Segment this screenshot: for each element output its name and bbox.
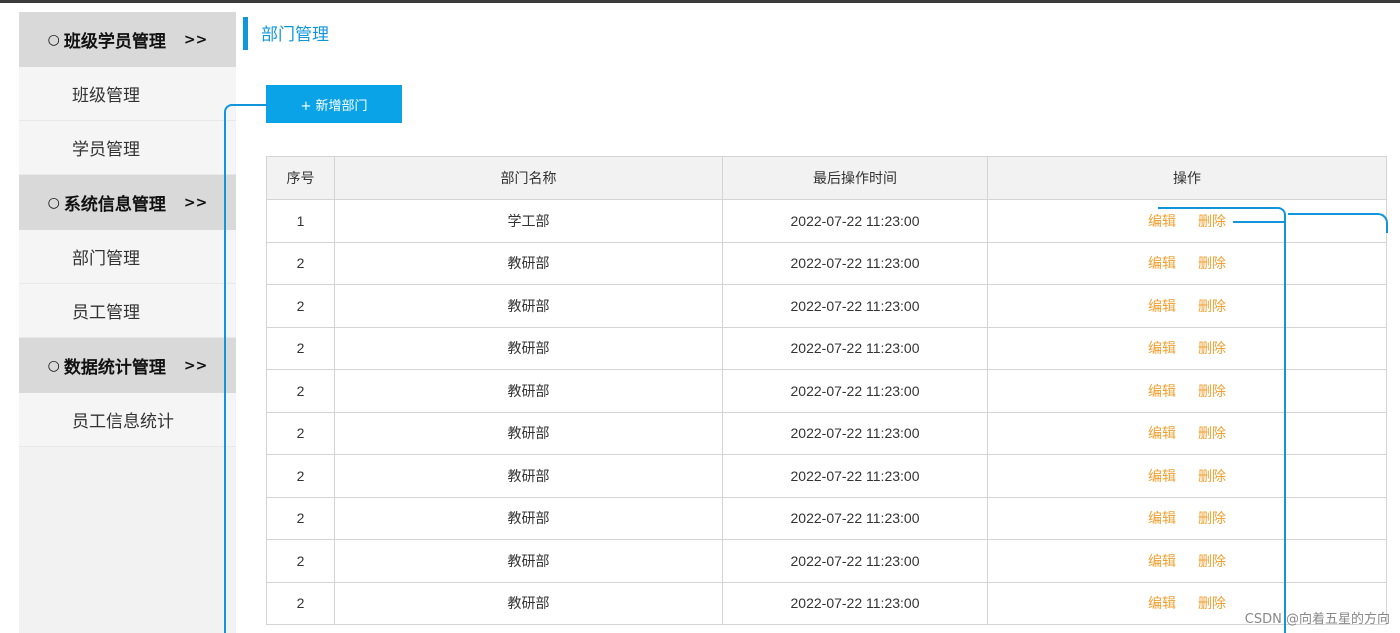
cell-last-modified: 2022-07-22 11:23:00 — [722, 199, 988, 243]
table-row: 2 教研部 2022-07-22 11:23:00 编辑 删除 — [266, 581, 1387, 625]
cell-last-modified: 2022-07-22 11:23:00 — [722, 284, 988, 328]
cell-last-modified: 2022-07-22 11:23:00 — [722, 369, 988, 413]
delete-link[interactable]: 删除 — [1198, 466, 1226, 486]
edit-link[interactable]: 编辑 — [1148, 466, 1176, 486]
cell-actions: 编辑 删除 — [987, 241, 1387, 285]
cell-department-name: 教研部 — [334, 539, 723, 583]
delete-link[interactable]: 删除 — [1198, 296, 1226, 316]
cell-last-modified: 2022-07-22 11:23:00 — [722, 581, 988, 625]
delete-link[interactable]: 删除 — [1198, 338, 1226, 358]
cell-department-name: 教研部 — [334, 411, 723, 455]
expand-arrows-icon: >> — [183, 357, 208, 374]
column-header-index: 序号 — [266, 156, 335, 200]
column-header-time: 最后操作时间 — [722, 156, 988, 200]
table-row: 2 教研部 2022-07-22 11:23:00 编辑 删除 — [266, 369, 1387, 413]
expand-arrows-icon: >> — [183, 194, 208, 211]
cell-department-name: 教研部 — [334, 369, 723, 413]
cell-actions: 编辑 删除 — [987, 496, 1387, 540]
cell-actions: 编辑 删除 — [987, 454, 1387, 498]
annotation-line — [1288, 213, 1388, 233]
annotation-line — [1233, 221, 1285, 223]
add-department-button[interactable]: + 新增部门 — [266, 85, 402, 123]
table-row: 2 教研部 2022-07-22 11:23:00 编辑 删除 — [266, 284, 1387, 328]
sidebar-item-employee-statistics[interactable]: 员工信息统计 — [19, 393, 236, 447]
cell-department-name: 教研部 — [334, 496, 723, 540]
cell-index: 2 — [266, 496, 335, 540]
delete-link[interactable]: 删除 — [1198, 551, 1226, 571]
menu-group-data-statistics[interactable]: ○ 数据统计管理 >> — [19, 338, 236, 393]
cell-last-modified: 2022-07-22 11:23:00 — [722, 454, 988, 498]
cell-department-name: 学工部 — [334, 199, 723, 243]
column-header-name: 部门名称 — [334, 156, 723, 200]
cell-actions: 编辑 删除 — [987, 284, 1387, 328]
cell-department-name: 教研部 — [334, 241, 723, 285]
sidebar-item-class-management[interactable]: 班级管理 — [19, 67, 236, 121]
delete-link[interactable]: 删除 — [1198, 253, 1226, 273]
cell-last-modified: 2022-07-22 11:23:00 — [722, 241, 988, 285]
circle-icon: ○ — [47, 357, 60, 374]
annotation-line — [224, 104, 267, 633]
cell-actions: 编辑 删除 — [987, 369, 1387, 413]
top-bar — [0, 0, 1400, 3]
sidebar: ○ 班级学员管理 >> 班级管理 学员管理 ○ 系统信息管理 >> 部门管理 员… — [19, 12, 236, 633]
delete-link[interactable]: 删除 — [1198, 381, 1226, 401]
cell-department-name: 教研部 — [334, 581, 723, 625]
cell-index: 2 — [266, 539, 335, 583]
cell-index: 2 — [266, 284, 335, 328]
cell-department-name: 教研部 — [334, 284, 723, 328]
cell-index: 2 — [266, 369, 335, 413]
menu-group-system-info[interactable]: ○ 系统信息管理 >> — [19, 175, 236, 230]
delete-link[interactable]: 删除 — [1198, 593, 1226, 613]
edit-link[interactable]: 编辑 — [1148, 508, 1176, 528]
cell-index: 2 — [266, 454, 335, 498]
cell-index: 2 — [266, 581, 335, 625]
cell-department-name: 教研部 — [334, 326, 723, 370]
edit-link[interactable]: 编辑 — [1148, 253, 1176, 273]
cell-last-modified: 2022-07-22 11:23:00 — [722, 496, 988, 540]
annotation-line — [1158, 207, 1286, 219]
delete-link[interactable]: 删除 — [1198, 508, 1226, 528]
edit-link[interactable]: 编辑 — [1148, 593, 1176, 613]
cell-actions: 编辑 删除 — [987, 539, 1387, 583]
table-row: 2 教研部 2022-07-22 11:23:00 编辑 删除 — [266, 454, 1387, 498]
department-table: 序号 部门名称 最后操作时间 操作 1 学工部 2022-07-22 11:23:0… — [266, 156, 1387, 625]
table-row: 2 教研部 2022-07-22 11:23:00 编辑 删除 — [266, 411, 1387, 455]
menu-group-label: 班级学员管理 — [63, 32, 166, 52]
sidebar-item-employee-management[interactable]: 员工管理 — [19, 284, 236, 338]
table-row: 1 学工部 2022-07-22 11:23:00 编辑 删除 — [266, 199, 1387, 243]
delete-link[interactable]: 删除 — [1198, 423, 1226, 443]
table-row: 2 教研部 2022-07-22 11:23:00 编辑 删除 — [266, 496, 1387, 540]
cell-index: 2 — [266, 326, 335, 370]
sidebar-item-department-management[interactable]: 部门管理 — [19, 230, 236, 284]
table-header-row: 序号 部门名称 最后操作时间 操作 — [266, 156, 1387, 200]
cell-actions: 编辑 删除 — [987, 326, 1387, 370]
table-row: 2 教研部 2022-07-22 11:23:00 编辑 删除 — [266, 539, 1387, 583]
menu-group-label: 系统信息管理 — [63, 195, 166, 215]
cell-index: 1 — [266, 199, 335, 243]
cell-last-modified: 2022-07-22 11:23:00 — [722, 326, 988, 370]
cell-index: 2 — [266, 241, 335, 285]
edit-link[interactable]: 编辑 — [1148, 338, 1176, 358]
table-row: 2 教研部 2022-07-22 11:23:00 编辑 删除 — [266, 326, 1387, 370]
cell-department-name: 教研部 — [334, 454, 723, 498]
annotation-line — [1284, 217, 1286, 633]
sidebar-item-student-management[interactable]: 学员管理 — [19, 121, 236, 175]
menu-group-label: 数据统计管理 — [63, 358, 166, 378]
edit-link[interactable]: 编辑 — [1148, 296, 1176, 316]
circle-icon: ○ — [47, 31, 60, 48]
cell-last-modified: 2022-07-22 11:23:00 — [722, 411, 988, 455]
page-title: 部门管理 — [243, 17, 329, 50]
watermark: CSDN @向着五星的方向 — [1244, 612, 1390, 627]
expand-arrows-icon: >> — [183, 31, 208, 48]
edit-link[interactable]: 编辑 — [1148, 381, 1176, 401]
cell-index: 2 — [266, 411, 335, 455]
column-header-actions: 操作 — [987, 156, 1387, 200]
edit-link[interactable]: 编辑 — [1148, 423, 1176, 443]
menu-group-class-student[interactable]: ○ 班级学员管理 >> — [19, 12, 236, 67]
edit-link[interactable]: 编辑 — [1148, 551, 1176, 571]
cell-last-modified: 2022-07-22 11:23:00 — [722, 539, 988, 583]
table-row: 2 教研部 2022-07-22 11:23:00 编辑 删除 — [266, 241, 1387, 285]
circle-icon: ○ — [47, 194, 60, 211]
cell-actions: 编辑 删除 — [987, 411, 1387, 455]
